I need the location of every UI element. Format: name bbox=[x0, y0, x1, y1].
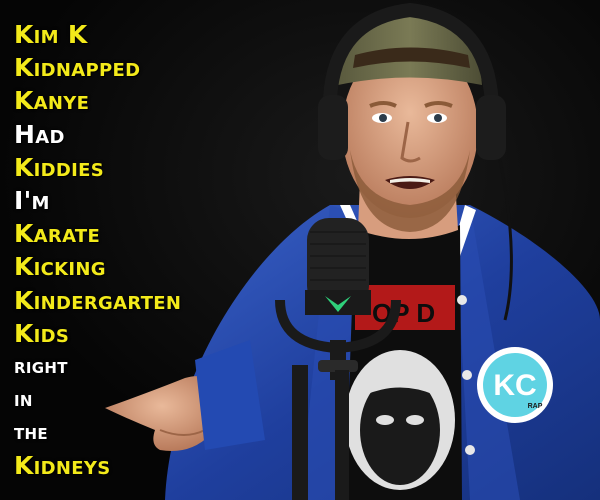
lyric-line: the bbox=[14, 420, 48, 445]
jacket-button bbox=[465, 445, 475, 455]
lyric-line: Kidneys bbox=[14, 451, 111, 481]
lyric-line: Kidnapped bbox=[14, 53, 141, 83]
patch-text: KC bbox=[493, 369, 536, 402]
jacket-button bbox=[462, 370, 472, 380]
lyric-line: Had bbox=[14, 119, 65, 149]
jacket-button bbox=[457, 295, 467, 305]
lyric-line: Kids bbox=[14, 318, 70, 348]
headphone-left-icon bbox=[318, 95, 348, 160]
headphone-right-icon bbox=[476, 95, 506, 160]
lyric-line: right bbox=[14, 353, 68, 378]
mic-stand bbox=[292, 365, 308, 500]
lyric-line: Kanye bbox=[14, 86, 90, 116]
lyrics-overlay: Kim K Kidnapped Kanye Had Kiddies I'm Ka… bbox=[14, 18, 181, 483]
lyric-line: in bbox=[14, 387, 33, 412]
kc-patch: KC RAP bbox=[477, 347, 553, 423]
patch-small-text: RAP bbox=[528, 403, 543, 410]
lyric-line: Karate bbox=[14, 219, 101, 249]
lyric-line: Kiddies bbox=[14, 152, 105, 182]
lyric-line: Kindergarten bbox=[14, 285, 182, 315]
lyric-line: Kim K bbox=[14, 20, 88, 49]
lyric-line: I'm bbox=[14, 185, 50, 215]
shirt-graphic: OP D bbox=[345, 285, 455, 490]
lyric-line: Kicking bbox=[14, 252, 106, 282]
shirt-text: OP D bbox=[372, 298, 435, 328]
